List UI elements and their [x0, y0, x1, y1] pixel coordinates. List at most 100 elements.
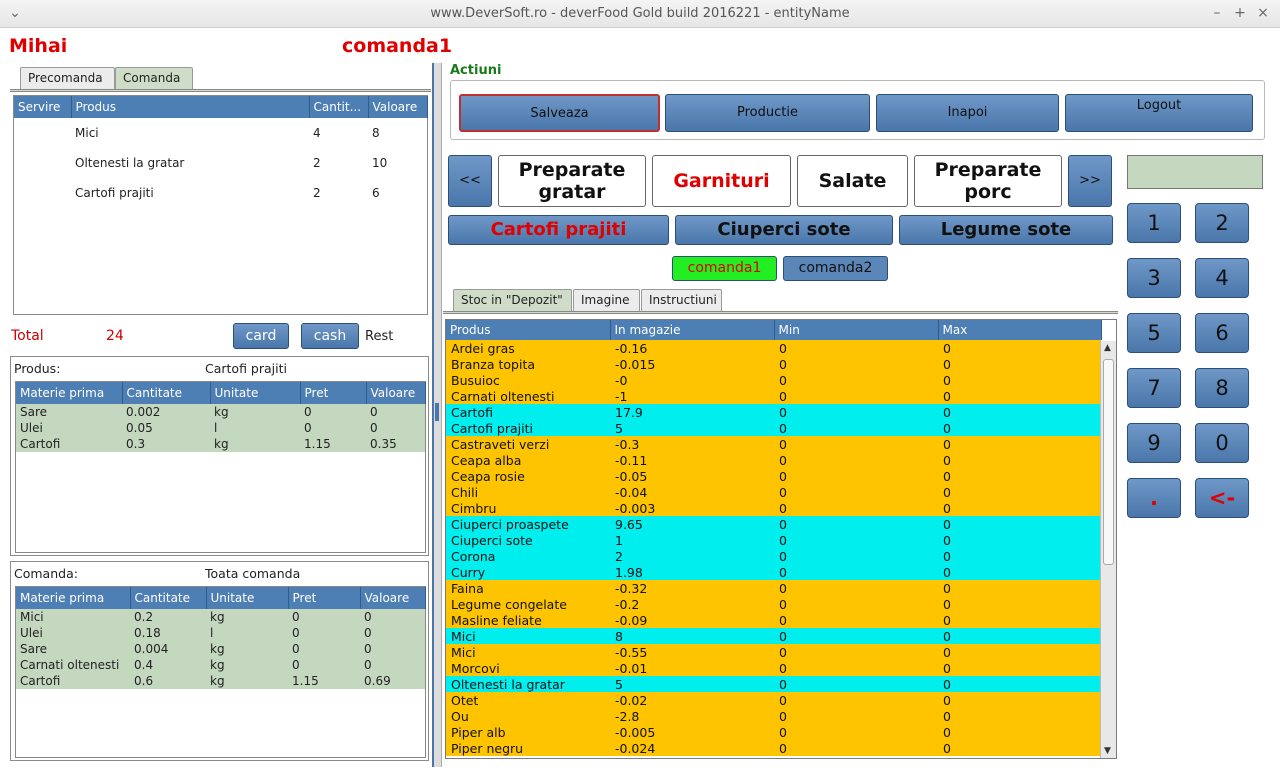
table-row[interactable]: Cartofi 17.9 0 0 — [446, 404, 1101, 420]
table-row[interactable]: Ulei 0.18 l 0 0 — [16, 625, 425, 641]
back-button[interactable]: Inapoi — [876, 94, 1059, 132]
table-row[interactable]: Branza topita -0.015 0 0 — [446, 356, 1101, 372]
table-row[interactable]: Mici 0.2 kg 0 0 — [16, 609, 425, 625]
col-servire[interactable]: Servire — [14, 96, 72, 118]
prev-category-button[interactable]: << — [448, 155, 492, 207]
table-row[interactable]: Ceapa rosie -0.05 0 0 — [446, 468, 1101, 484]
close-icon[interactable]: × — [1254, 5, 1272, 21]
next-category-button[interactable]: >> — [1068, 155, 1112, 207]
tab-stoc-depozit[interactable]: Stoc in "Depozit" — [453, 289, 572, 311]
category-preparate-gratar[interactable]: Preparate gratar — [498, 155, 646, 207]
keypad-key-6[interactable]: 6 — [1195, 313, 1249, 353]
table-row[interactable]: Curry 1.98 0 0 — [446, 564, 1101, 580]
product-cartofi-prajiti[interactable]: Cartofi prajiti — [448, 215, 669, 245]
table-row[interactable]: Ou -2.8 0 0 — [446, 708, 1101, 724]
col-unitate[interactable]: Unitate — [210, 382, 301, 404]
table-row[interactable]: Carnati oltenesti -1 0 0 — [446, 388, 1101, 404]
table-row[interactable]: Morcovi -0.01 0 0 — [446, 660, 1101, 676]
keypad-key-1[interactable]: 1 — [1127, 203, 1181, 243]
logout-button[interactable]: Logout — [1065, 94, 1253, 132]
table-row[interactable]: Otet -0.02 0 0 — [446, 692, 1101, 708]
col-materie-prima[interactable]: Materie prima — [16, 382, 123, 404]
scroll-thumb[interactable] — [1103, 359, 1114, 565]
row-max: 0 — [938, 436, 1101, 452]
keypad-key-dot[interactable]: . — [1127, 478, 1181, 518]
table-row[interactable]: Cartofi 0.6 kg 1.15 0.69 — [16, 673, 425, 689]
keypad-key-2[interactable]: 2 — [1195, 203, 1249, 243]
keypad-key-0[interactable]: 0 — [1195, 423, 1249, 463]
table-row[interactable]: Cartofi 0.3 kg 1.15 0.35 — [16, 436, 425, 452]
keypad-key-8[interactable]: 8 — [1195, 368, 1249, 408]
col-cantitate[interactable]: Cantitate — [122, 382, 211, 404]
tab-instructiuni[interactable]: Instructiuni — [641, 289, 722, 311]
table-row[interactable]: Faina -0.32 0 0 — [446, 580, 1101, 596]
table-row[interactable]: Sare 0.002 kg 0 0 — [16, 404, 425, 420]
tab-precomanda[interactable]: Precomanda — [20, 67, 115, 89]
col-min[interactable]: Min — [774, 320, 939, 340]
keypad-key-7[interactable]: 7 — [1127, 368, 1181, 408]
table-row[interactable]: Mici 4 8 — [14, 118, 427, 148]
col-cantitate[interactable]: Cantit... — [309, 96, 369, 118]
category-garnituri[interactable]: Garnituri — [652, 155, 791, 207]
category-preparate-porc[interactable]: Preparate porc — [914, 155, 1062, 207]
table-row[interactable]: Masline feliate -0.09 0 0 — [446, 612, 1101, 628]
col-produs[interactable]: Produs — [71, 96, 310, 118]
split-divider[interactable] — [432, 63, 442, 767]
col-in-magazie[interactable]: In magazie — [610, 320, 775, 340]
table-row[interactable]: Oltenesti la gratar 2 10 — [14, 148, 427, 178]
col-pret[interactable]: Pret — [300, 382, 367, 404]
category-salate[interactable]: Salate — [797, 155, 908, 207]
order-tab-comanda2[interactable]: comanda2 — [783, 256, 888, 281]
col-materie-prima[interactable]: Materie prima — [16, 587, 131, 609]
card-button[interactable]: card — [233, 323, 289, 349]
table-row[interactable]: Ceapa alba -0.11 0 0 — [446, 452, 1101, 468]
col-pret[interactable]: Pret — [288, 587, 361, 609]
table-row[interactable]: Mici 8 0 0 — [446, 628, 1101, 644]
col-cantitate[interactable]: Cantitate — [130, 587, 207, 609]
table-row[interactable]: Chili -0.04 0 0 — [446, 484, 1101, 500]
save-button[interactable]: Salveaza — [459, 94, 660, 132]
keypad-key-backspace[interactable]: <- — [1195, 478, 1249, 518]
keypad-key-3[interactable]: 3 — [1127, 258, 1181, 298]
col-valoare[interactable]: Valoare — [360, 587, 426, 609]
table-row[interactable]: Mici -0.55 0 0 — [446, 644, 1101, 660]
row-max: 0 — [938, 644, 1101, 660]
scroll-up-icon[interactable]: ▲ — [1104, 343, 1111, 353]
order-tab-comanda1[interactable]: comanda1 — [672, 256, 777, 281]
scroll-down-icon[interactable]: ▼ — [1104, 746, 1111, 756]
tab-imagine[interactable]: Imagine — [573, 289, 640, 311]
table-row[interactable]: Busuioc -0 0 0 — [446, 372, 1101, 388]
col-produs[interactable]: Produs — [446, 320, 611, 340]
tab-comanda[interactable]: Comanda — [115, 67, 193, 89]
keypad-key-4[interactable]: 4 — [1195, 258, 1249, 298]
table-row[interactable]: Cartofi prajiti 2 6 — [14, 178, 427, 208]
minimize-icon[interactable]: – — [1208, 5, 1226, 21]
table-row[interactable]: Corona 2 0 0 — [446, 548, 1101, 564]
stock-scrollbar[interactable]: ▲ ▼ — [1100, 341, 1116, 758]
table-row[interactable]: Sare 0.004 kg 0 0 — [16, 641, 425, 657]
production-button[interactable]: Productie — [665, 94, 870, 132]
cash-button[interactable]: cash — [301, 323, 359, 349]
table-row[interactable]: Carnati oltenesti 0.4 kg 0 0 — [16, 657, 425, 673]
product-ciuperci-sote[interactable]: Ciuperci sote — [675, 215, 893, 245]
col-max[interactable]: Max — [938, 320, 1102, 340]
product-legume-sote[interactable]: Legume sote — [899, 215, 1113, 245]
col-valoare[interactable]: Valoare — [368, 96, 428, 118]
table-row[interactable]: Cartofi prajiti 5 0 0 — [446, 420, 1101, 436]
table-row[interactable]: Legume congelate -0.2 0 0 — [446, 596, 1101, 612]
table-row[interactable]: Castraveti verzi -0.3 0 0 — [446, 436, 1101, 452]
table-row[interactable]: Piper negru -0.024 0 0 — [446, 740, 1101, 756]
table-row[interactable]: Ulei 0.05 l 0 0 — [16, 420, 425, 436]
table-row[interactable]: Cimbru -0.003 0 0 — [446, 500, 1101, 516]
maximize-icon[interactable]: + — [1231, 5, 1249, 21]
table-row[interactable]: Ciuperci sote 1 0 0 — [446, 532, 1101, 548]
table-row[interactable]: Ardei gras -0.16 0 0 — [446, 340, 1101, 356]
col-unitate[interactable]: Unitate — [206, 587, 289, 609]
table-row[interactable]: Oltenesti la gratar 5 0 0 — [446, 676, 1101, 692]
keypad-key-9[interactable]: 9 — [1127, 423, 1181, 463]
keypad-key-5[interactable]: 5 — [1127, 313, 1181, 353]
row-quantity: 2 — [313, 186, 321, 200]
table-row[interactable]: Ciuperci proaspete 9.65 0 0 — [446, 516, 1101, 532]
table-row[interactable]: Piper alb -0.005 0 0 — [446, 724, 1101, 740]
col-valoare[interactable]: Valoare — [366, 382, 426, 404]
